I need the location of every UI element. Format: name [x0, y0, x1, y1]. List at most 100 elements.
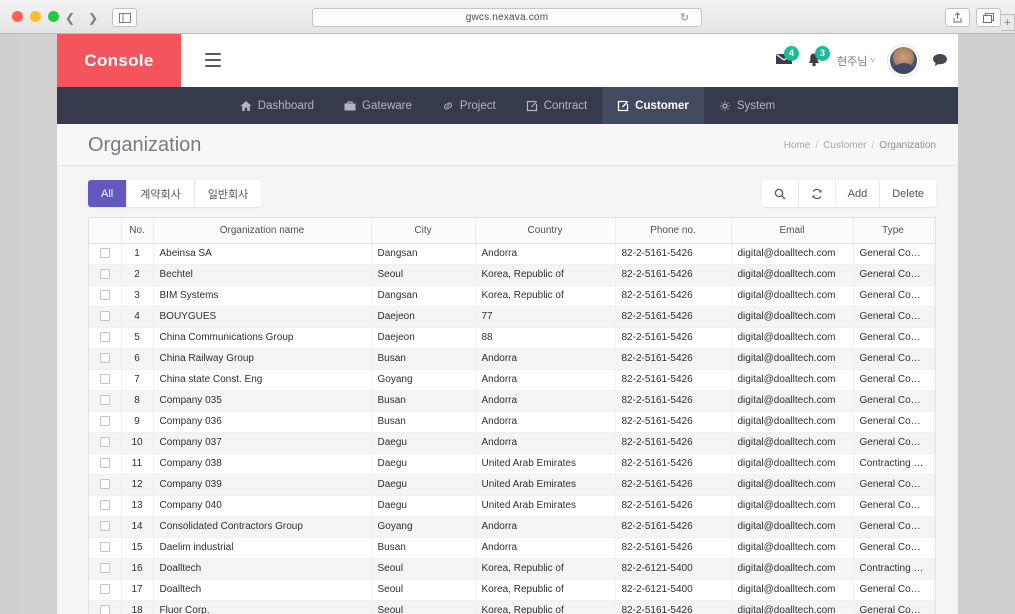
- add-button[interactable]: Add: [835, 180, 881, 207]
- nav-item-project[interactable]: Project: [427, 87, 511, 124]
- column-header-email[interactable]: Email: [731, 218, 854, 244]
- table-row[interactable]: 7 China state Const. Eng Goyang Andorra 82-2…: [89, 369, 935, 391]
- table-row[interactable]: 16 Doalltech Seoul Korea, Republic of 82-2-6…: [89, 558, 935, 580]
- checkbox-icon[interactable]: [99, 521, 110, 532]
- maximize-window-button[interactable]: [48, 11, 59, 22]
- row-checkbox[interactable]: [89, 579, 122, 601]
- nav-item-dashboard[interactable]: Dashboard: [225, 87, 329, 124]
- avatar[interactable]: [888, 45, 919, 76]
- app-logo[interactable]: Console: [57, 34, 181, 87]
- cell-type: General Com...: [853, 243, 934, 265]
- column-header-select[interactable]: [89, 218, 122, 244]
- table-row[interactable]: 4 BOUYGUES Daejeon 77 82-2-5161-5426 digital@…: [89, 306, 935, 328]
- row-checkbox[interactable]: [89, 285, 122, 307]
- tabs-icon[interactable]: [976, 8, 1001, 27]
- filter-tab-contract-company[interactable]: 계약회사: [127, 180, 195, 207]
- checkbox-icon[interactable]: [99, 353, 110, 364]
- chevron-left-icon[interactable]: ❮: [60, 8, 80, 27]
- column-header-write[interactable]: Write: [933, 218, 935, 244]
- checkbox-icon[interactable]: [99, 542, 110, 553]
- sidebar-icon[interactable]: [112, 8, 137, 27]
- filter-tab-all[interactable]: All: [88, 180, 128, 207]
- table-row[interactable]: 14 Consolidated Contractors Group Goyang An…: [89, 516, 935, 538]
- checkbox-icon[interactable]: [99, 437, 110, 448]
- chat-icon[interactable]: [932, 53, 948, 69]
- table-row[interactable]: 12 Company 039 Daegu United Arab Emirates 82…: [89, 474, 935, 496]
- close-window-button[interactable]: [12, 11, 23, 22]
- table-row[interactable]: 5 China Communications Group Daejeon 88 82-2…: [89, 327, 935, 349]
- table-row[interactable]: 1 Abeinsa SA Dangsan Andorra 82-2-5161-5426 d…: [89, 243, 935, 265]
- refresh-button[interactable]: [798, 180, 836, 207]
- checkbox-icon[interactable]: [99, 395, 110, 406]
- envelope-icon[interactable]: 4: [775, 45, 799, 70]
- cell-name: China Communications Group: [153, 327, 372, 349]
- row-checkbox[interactable]: [89, 537, 122, 559]
- reload-icon[interactable]: ↻: [680, 11, 689, 24]
- row-checkbox[interactable]: [89, 306, 122, 328]
- search-button[interactable]: [761, 180, 799, 207]
- row-checkbox[interactable]: [89, 369, 122, 391]
- checkbox-icon[interactable]: [99, 290, 110, 301]
- checkbox-icon[interactable]: [99, 605, 110, 614]
- chevron-right-icon[interactable]: ❯: [83, 8, 103, 27]
- column-header-no[interactable]: No.: [121, 218, 154, 244]
- user-menu[interactable]: 현주님 ˅: [837, 53, 875, 69]
- column-header-type[interactable]: Type: [853, 218, 934, 244]
- breadcrumb-item-home[interactable]: Home: [784, 140, 811, 151]
- row-checkbox[interactable]: [89, 432, 122, 454]
- row-checkbox[interactable]: [89, 558, 122, 580]
- column-header-phone[interactable]: Phone no.: [615, 218, 732, 244]
- row-checkbox[interactable]: [89, 453, 122, 475]
- column-header-city[interactable]: City: [371, 218, 476, 244]
- checkbox-icon[interactable]: [99, 500, 110, 511]
- row-checkbox[interactable]: [89, 264, 122, 286]
- row-checkbox[interactable]: [89, 390, 122, 412]
- table-row[interactable]: 9 Company 036 Busan Andorra 82-2-5161-5426 di…: [89, 411, 935, 433]
- table-row[interactable]: 13 Company 040 Daegu United Arab Emirates 82…: [89, 495, 935, 517]
- nav-item-customer[interactable]: Customer: [602, 87, 704, 124]
- checkbox-icon[interactable]: [99, 584, 110, 595]
- browser-titlebar: ❮ ❯ gwcs.nexava.com ↻ +: [0, 0, 1015, 34]
- hamburger-icon[interactable]: [205, 53, 221, 67]
- checkbox-icon[interactable]: [99, 248, 110, 259]
- row-checkbox[interactable]: [89, 474, 122, 496]
- table-row[interactable]: 15 Daelim industrial Busan Andorra 82-2-5161…: [89, 537, 935, 559]
- breadcrumb-item-customer[interactable]: Customer: [823, 140, 866, 151]
- row-checkbox[interactable]: [89, 348, 122, 370]
- minimize-window-button[interactable]: [30, 11, 41, 22]
- checkbox-icon[interactable]: [99, 311, 110, 322]
- bell-icon[interactable]: 3: [806, 45, 830, 70]
- table-row[interactable]: 18 Fluor Corp. Seoul Korea, Republic of 82-2…: [89, 600, 935, 614]
- table-row[interactable]: 10 Company 037 Daegu Andorra 82-2-5161-5426 d…: [89, 432, 935, 454]
- checkbox-icon[interactable]: [99, 416, 110, 427]
- table-row[interactable]: 6 China Railway Group Busan Andorra 82-2-516…: [89, 348, 935, 370]
- checkbox-icon[interactable]: [99, 563, 110, 574]
- row-checkbox[interactable]: [89, 327, 122, 349]
- share-icon[interactable]: [945, 8, 970, 27]
- column-header-country[interactable]: Country: [475, 218, 616, 244]
- checkbox-icon[interactable]: [99, 458, 110, 469]
- table-row[interactable]: 3 BIM Systems Dangsan Korea, Republic of 82-…: [89, 285, 935, 307]
- nav-item-contract[interactable]: Contract: [511, 87, 602, 124]
- row-checkbox[interactable]: [89, 411, 122, 433]
- column-header-name[interactable]: Organization name: [153, 218, 372, 244]
- nav-item-gateware[interactable]: Gateware: [329, 87, 427, 124]
- nav-item-system[interactable]: System: [704, 87, 790, 124]
- row-checkbox[interactable]: [89, 243, 122, 265]
- checkbox-icon[interactable]: [99, 374, 110, 385]
- checkbox-icon[interactable]: [99, 269, 110, 280]
- row-checkbox[interactable]: [89, 495, 122, 517]
- delete-button[interactable]: Delete: [880, 180, 936, 207]
- row-checkbox[interactable]: [89, 516, 122, 538]
- table-row[interactable]: 11 Company 038 Daegu United Arab Emirates 82…: [89, 453, 935, 475]
- checkbox-icon[interactable]: [99, 332, 110, 343]
- checkbox-icon[interactable]: [99, 479, 110, 490]
- table-row[interactable]: 2 Bechtel Seoul Korea, Republic of 82-2-5161…: [89, 264, 935, 286]
- cell-country: Andorra: [475, 411, 616, 433]
- address-bar[interactable]: gwcs.nexava.com: [312, 8, 702, 27]
- row-checkbox[interactable]: [89, 600, 122, 614]
- table-row[interactable]: 8 Company 035 Busan Andorra 82-2-5161-5426 di…: [89, 390, 935, 412]
- table-row[interactable]: 17 Doalltech Seoul Korea, Republic of 82-2-6…: [89, 579, 935, 601]
- filter-tab-general-company[interactable]: 일반회사: [194, 180, 262, 207]
- plus-icon[interactable]: +: [1001, 14, 1015, 31]
